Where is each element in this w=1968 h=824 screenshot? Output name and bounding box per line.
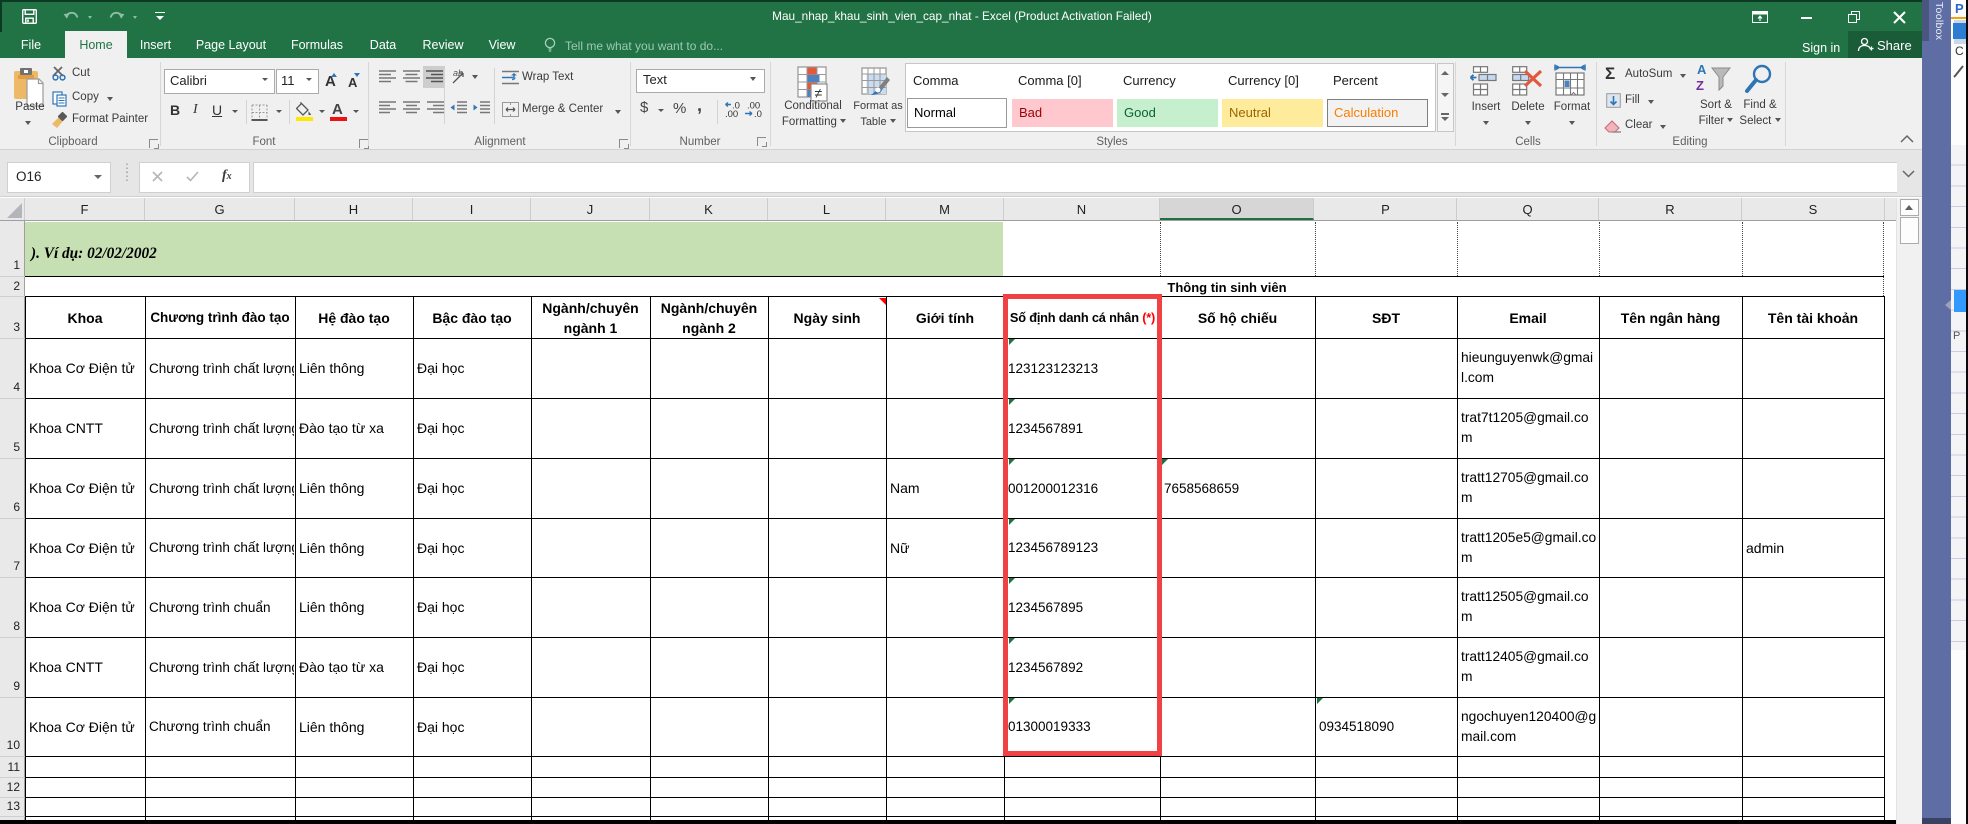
svg-text:.0: .0 [754, 109, 762, 118]
svg-text:.00: .00 [725, 109, 738, 118]
svg-text:≠: ≠ [815, 85, 823, 101]
svg-text:ab: ab [453, 68, 463, 78]
